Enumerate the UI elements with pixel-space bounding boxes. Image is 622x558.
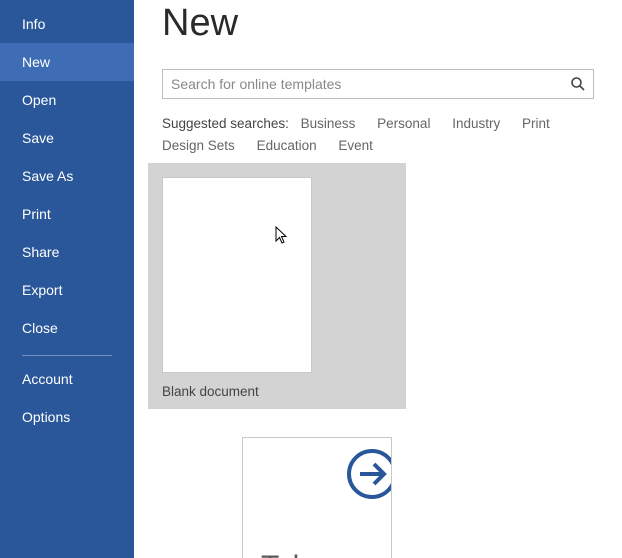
sidebar-divider bbox=[22, 355, 112, 356]
template-label: Blank document bbox=[162, 384, 259, 399]
blank-thumb bbox=[162, 177, 312, 373]
backstage-sidebar: Info New Open Save Save As Print Share E… bbox=[0, 0, 134, 558]
template-welcome-tour[interactable]: Take a tour Welcome to Word bbox=[242, 437, 472, 558]
suggested-design-sets[interactable]: Design Sets bbox=[162, 138, 235, 153]
tour-heading: Take a tour bbox=[261, 550, 391, 558]
sidebar-item-account[interactable]: Account bbox=[0, 360, 134, 398]
cursor-icon bbox=[275, 226, 291, 246]
suggested-label: Suggested searches: bbox=[162, 116, 289, 131]
search-button[interactable] bbox=[562, 69, 594, 99]
sidebar-item-info[interactable]: Info bbox=[0, 5, 134, 43]
page-title: New bbox=[162, 2, 622, 45]
sidebar-item-share[interactable]: Share bbox=[0, 233, 134, 271]
suggested-print[interactable]: Print bbox=[522, 116, 550, 131]
suggested-searches: Suggested searches: Business Personal In… bbox=[162, 113, 594, 157]
sidebar-item-new[interactable]: New bbox=[0, 43, 134, 81]
tour-thumb: Take a tour bbox=[242, 437, 392, 558]
template-blank-document[interactable]: Blank document bbox=[162, 177, 392, 409]
suggested-industry[interactable]: Industry bbox=[452, 116, 500, 131]
search-input[interactable] bbox=[162, 69, 594, 99]
template-grid: Blank document Take a tour Welcome to Wo… bbox=[162, 177, 622, 558]
suggested-business[interactable]: Business bbox=[301, 116, 356, 131]
new-pane: New Suggested searches: Business Persona… bbox=[134, 0, 622, 558]
sidebar-item-save[interactable]: Save bbox=[0, 119, 134, 157]
template-search bbox=[162, 69, 594, 99]
sidebar-item-print[interactable]: Print bbox=[0, 195, 134, 233]
sidebar-item-options[interactable]: Options bbox=[0, 398, 134, 436]
suggested-education[interactable]: Education bbox=[257, 138, 317, 153]
suggested-event[interactable]: Event bbox=[338, 138, 373, 153]
suggested-personal[interactable]: Personal bbox=[377, 116, 430, 131]
sidebar-item-close[interactable]: Close bbox=[0, 309, 134, 347]
sidebar-item-export[interactable]: Export bbox=[0, 271, 134, 309]
sidebar-item-open[interactable]: Open bbox=[0, 81, 134, 119]
sidebar-item-save-as[interactable]: Save As bbox=[0, 157, 134, 195]
search-icon bbox=[570, 76, 586, 92]
arrow-right-circle-icon bbox=[344, 446, 392, 502]
